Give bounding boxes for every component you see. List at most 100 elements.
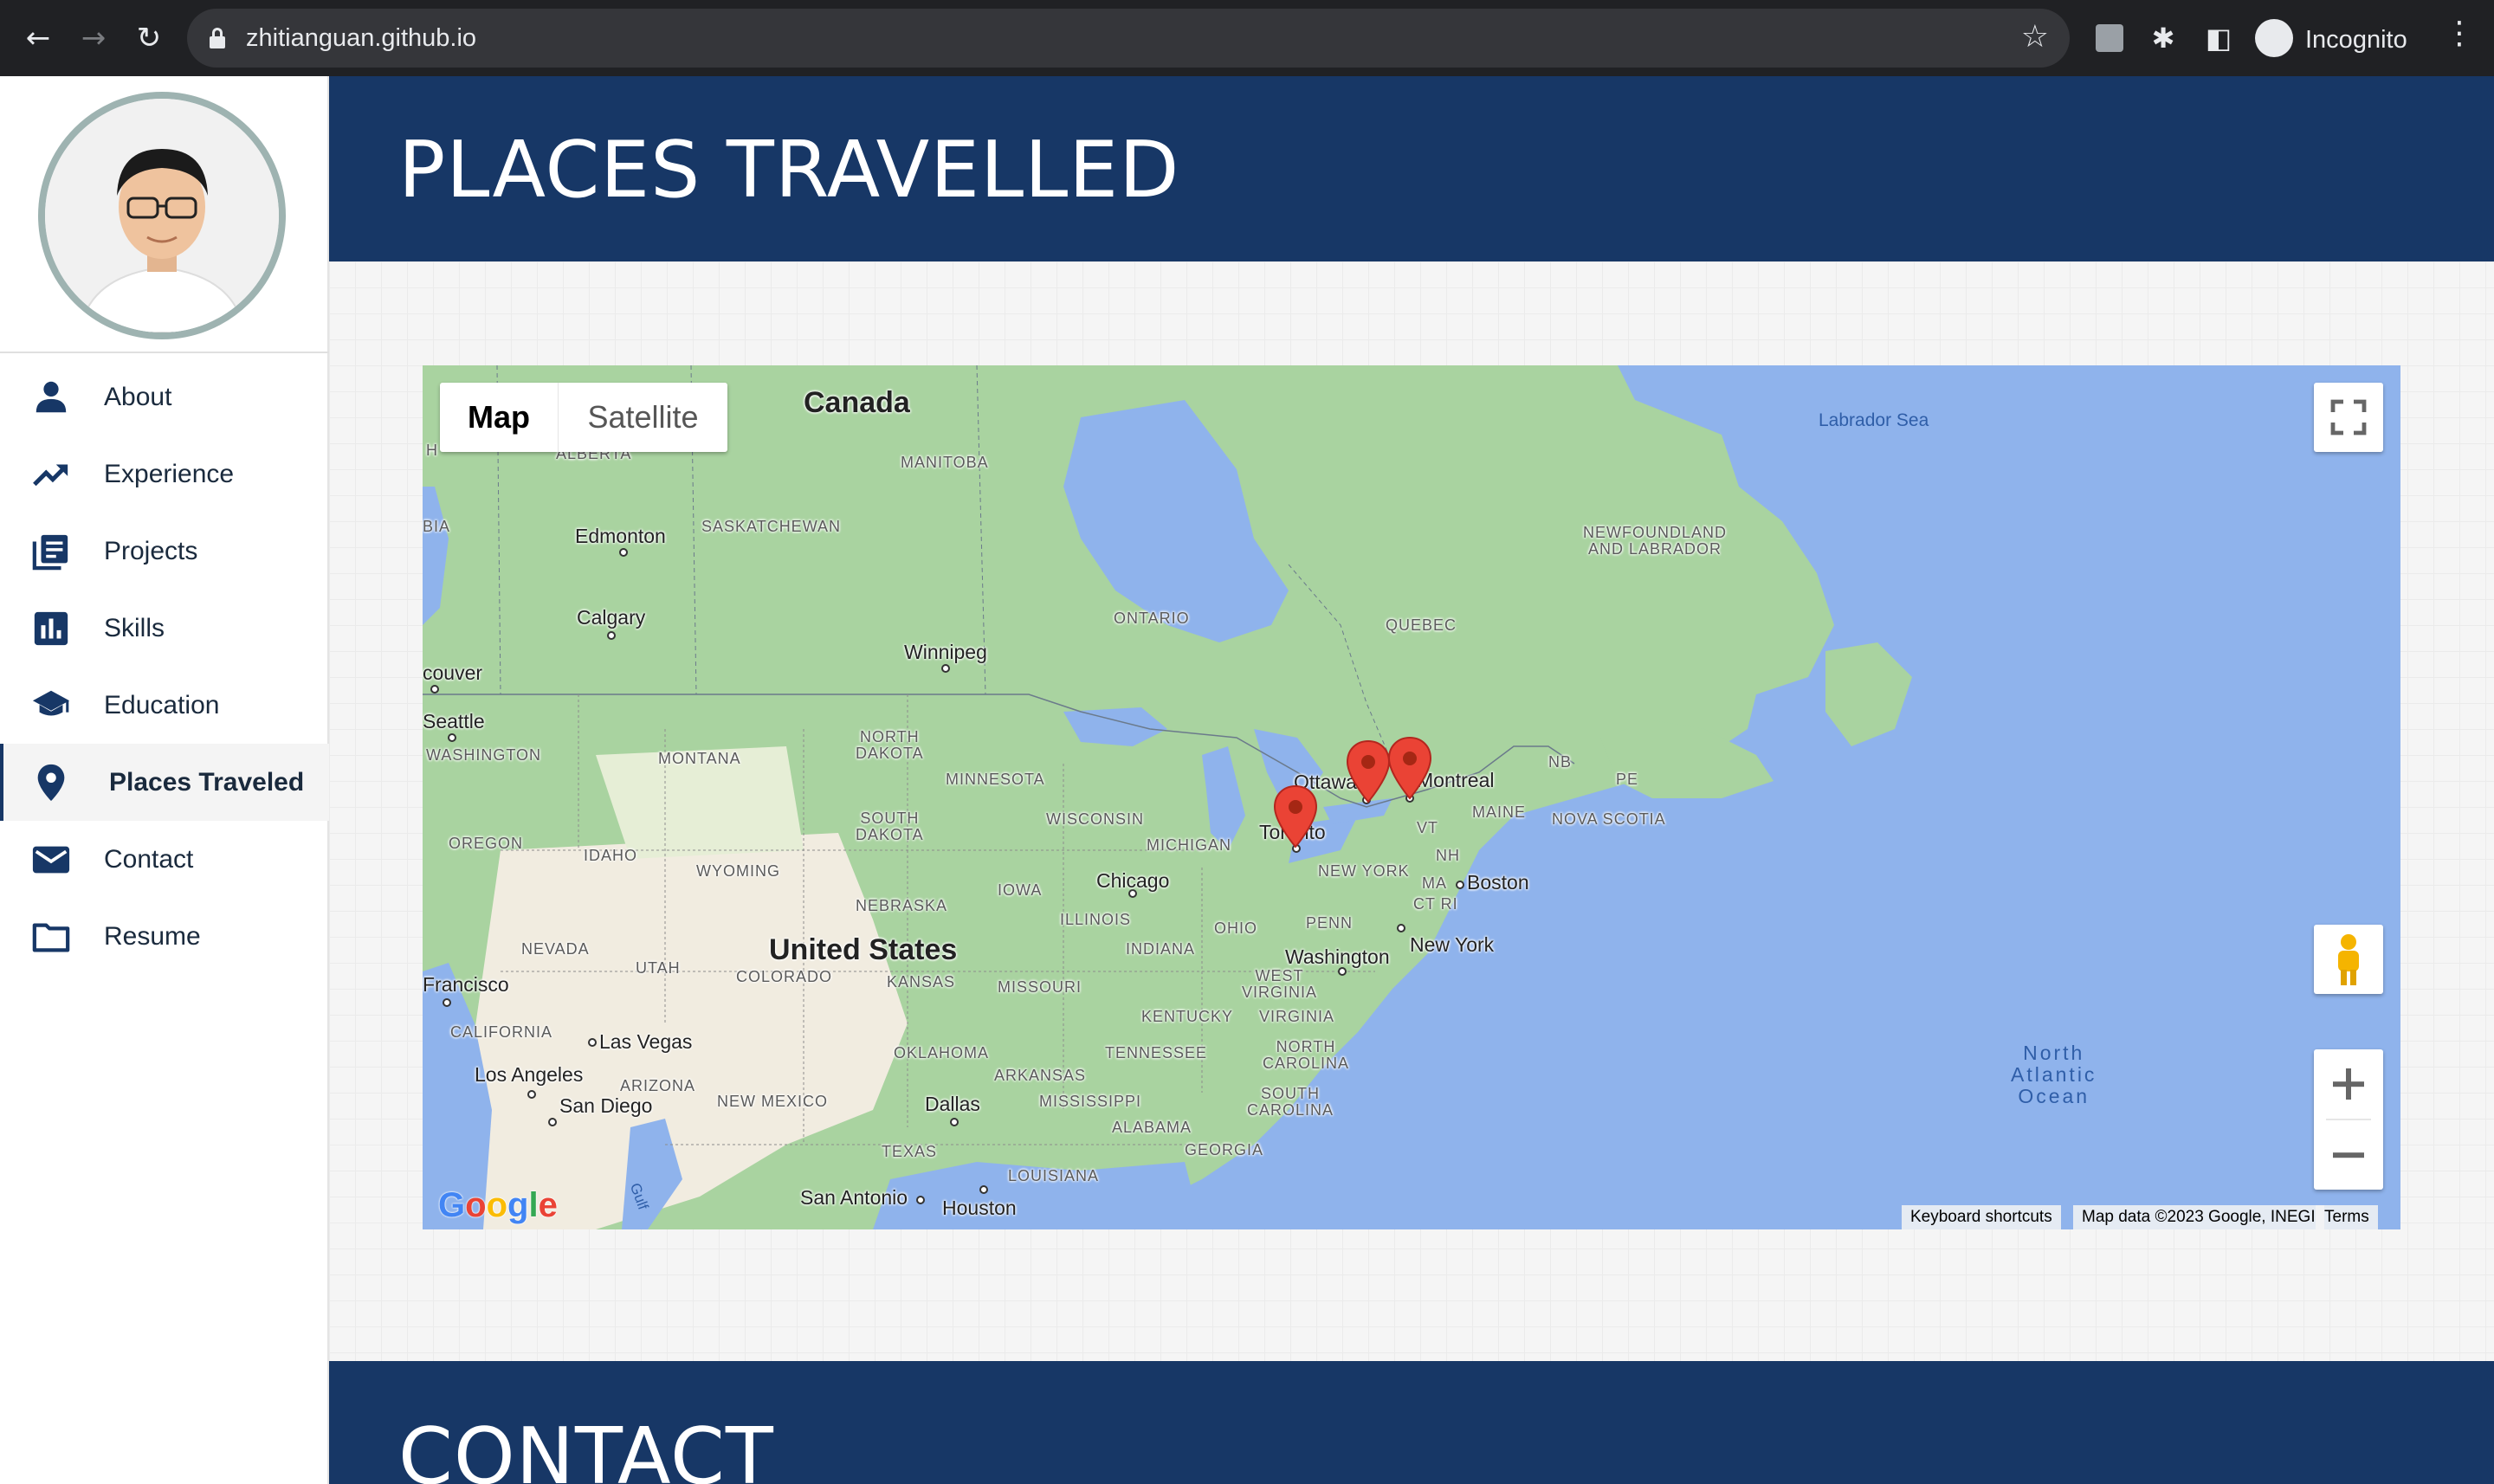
zoom-out-button[interactable] (2314, 1120, 2383, 1190)
map-label-indiana: INDIANA (1126, 940, 1196, 958)
map-marker-montreal[interactable] (1387, 736, 1432, 800)
map-label-south-carolina: SOUTH CAROLINA (1247, 1085, 1334, 1119)
map-label-maine: MAINE (1472, 803, 1527, 821)
map-label-minnesota: MINNESOTA (946, 771, 1045, 788)
sidebar-item-label: Resume (104, 922, 201, 951)
map-marker-toronto[interactable] (1273, 784, 1318, 848)
lock-icon[interactable] (210, 28, 225, 48)
map-label-san-diego: San Diego (559, 1094, 653, 1117)
sidebar-nav: About Experience Projects Skills Educati… (0, 358, 329, 975)
map-type-satellite-button[interactable]: Satellite (558, 383, 727, 452)
zoom-in-button[interactable] (2314, 1049, 2383, 1119)
map-label-edmonton: Edmonton (575, 525, 666, 547)
browser-toolbar: ← → ↻ zhitianguan.github.io ☆ ✱ ◧ Incogn… (0, 0, 2494, 76)
map-label-illinois: ILLINOIS (1060, 911, 1132, 928)
map-label-north-dakota: NORTH DAKOTA (856, 728, 924, 762)
map-label-new-york-state: NEW YORK (1318, 862, 1410, 880)
map-label-calgary: Calgary (577, 606, 646, 629)
map-label-tennessee: TENNESSEE (1105, 1044, 1208, 1061)
map-label-mississippi: MISSISSIPPI (1039, 1093, 1142, 1110)
map-marker-ottawa[interactable] (1346, 739, 1391, 803)
google-logo[interactable]: Google (438, 1186, 558, 1225)
star-icon[interactable]: ☆ (2021, 19, 2049, 55)
map-label-quebec: QUEBEC (1386, 616, 1457, 634)
map-label-colorado: COLORADO (736, 968, 833, 985)
map-label-nb: NB (1548, 753, 1573, 771)
map-label-idaho: IDAHO (584, 847, 638, 864)
map-label-arkansas: ARKANSAS (994, 1067, 1087, 1084)
section-header: PLACES TRAVELLED (329, 76, 2494, 261)
google-map[interactable]: Canada ALBERTA MANITOBA SASKATCHEWAN ONT… (423, 365, 2400, 1229)
terms-link[interactable]: Terms (2316, 1205, 2378, 1229)
map-label-nevada: NEVADA (521, 940, 590, 958)
map-label-virginia: VIRGINIA (1259, 1008, 1335, 1025)
zoom-control (2314, 1049, 2383, 1190)
map-label-new-york: New York (1410, 933, 1495, 956)
side-panel-icon[interactable]: ◧ (2201, 21, 2236, 55)
map-label-chicago: Chicago (1096, 869, 1170, 892)
map-label-bia: BIA (423, 518, 451, 535)
sidebar-divider (0, 352, 329, 353)
map-label-iowa: IOWA (998, 881, 1043, 899)
map-label-texas: TEXAS (882, 1143, 938, 1160)
incognito-label: Incognito (2305, 26, 2407, 54)
map-label-pe: PE (1616, 771, 1639, 788)
map-label-north-atlantic: North Atlantic Ocean (2011, 1042, 2097, 1107)
contact-title: CONTACT (398, 1411, 774, 1484)
map-label-ma: MA (1422, 874, 1447, 892)
extension-icon[interactable] (2096, 24, 2123, 52)
contact-header: CONTACT (329, 1361, 2494, 1484)
map-label-kansas: KANSAS (887, 973, 956, 990)
map-label-san-antonio: San Antonio (800, 1186, 908, 1209)
map-label-michigan: MICHIGAN (1147, 836, 1231, 854)
map-label-united-states: United States (769, 933, 958, 966)
street-view-pegman[interactable] (2314, 925, 2383, 994)
reload-icon[interactable]: ↻ (128, 17, 170, 59)
plus-icon (2333, 1068, 2364, 1100)
bar-chart-icon (29, 609, 73, 648)
sidebar-item-resume[interactable]: Resume (0, 898, 329, 975)
sidebar-item-contact[interactable]: Contact (0, 821, 329, 898)
sidebar-item-skills[interactable]: Skills (0, 590, 329, 667)
places-section: Canada ALBERTA MANITOBA SASKATCHEWAN ONT… (329, 261, 2494, 1361)
fullscreen-button[interactable] (2314, 383, 2383, 452)
map-label-seattle: Seattle (423, 710, 485, 732)
sidebar-item-label: About (104, 383, 172, 411)
map-label-california: CALIFORNIA (450, 1023, 553, 1041)
person-icon (29, 377, 73, 417)
map-type-control: Map Satellite (440, 383, 727, 452)
puzzle-icon[interactable]: ✱ (2146, 21, 2181, 55)
map-label-penn: PENN (1306, 914, 1354, 932)
sidebar-item-about[interactable]: About (0, 358, 329, 436)
sidebar-item-label: Experience (104, 460, 235, 488)
address-bar[interactable]: zhitianguan.github.io ☆ (187, 9, 2070, 68)
map-label-wyoming: WYOMING (696, 862, 780, 880)
sidebar-item-places-traveled[interactable]: Places Traveled (0, 744, 329, 821)
map-label-vt: VT (1417, 819, 1439, 836)
map-label-h: H (426, 442, 438, 459)
map-label-houston: Houston (942, 1197, 1017, 1219)
url-text[interactable]: zhitianguan.github.io (246, 24, 476, 53)
back-arrow-icon[interactable]: ← (17, 17, 59, 59)
sidebar: About Experience Projects Skills Educati… (0, 76, 329, 1484)
avatar (38, 92, 286, 339)
keyboard-shortcuts-link[interactable]: Keyboard shortcuts (1902, 1205, 2061, 1229)
sidebar-item-experience[interactable]: Experience (0, 436, 329, 513)
map-label-south-dakota: SOUTH DAKOTA (856, 810, 924, 843)
sidebar-item-projects[interactable]: Projects (0, 513, 329, 590)
page-title: PLACES TRAVELLED (398, 125, 1180, 216)
forward-arrow-icon[interactable]: → (73, 17, 114, 59)
mail-icon (29, 840, 73, 880)
pegman-icon (2338, 934, 2359, 985)
map-type-map-button[interactable]: Map (440, 383, 558, 452)
kebab-menu-icon[interactable]: ⋮ (2444, 16, 2475, 51)
sidebar-item-education[interactable]: Education (0, 667, 329, 744)
map-label-ontario: ONTARIO (1114, 610, 1190, 627)
map-label-wisconsin: WISCONSIN (1046, 810, 1145, 828)
location-pin-icon (29, 763, 73, 803)
trending-up-icon (29, 455, 73, 494)
map-label-georgia: GEORGIA (1185, 1141, 1264, 1158)
map-label-washington-dc: Washington (1285, 945, 1390, 968)
map-label-oklahoma: OKLAHOMA (894, 1044, 990, 1061)
map-label-arizona: ARIZONA (620, 1077, 696, 1094)
